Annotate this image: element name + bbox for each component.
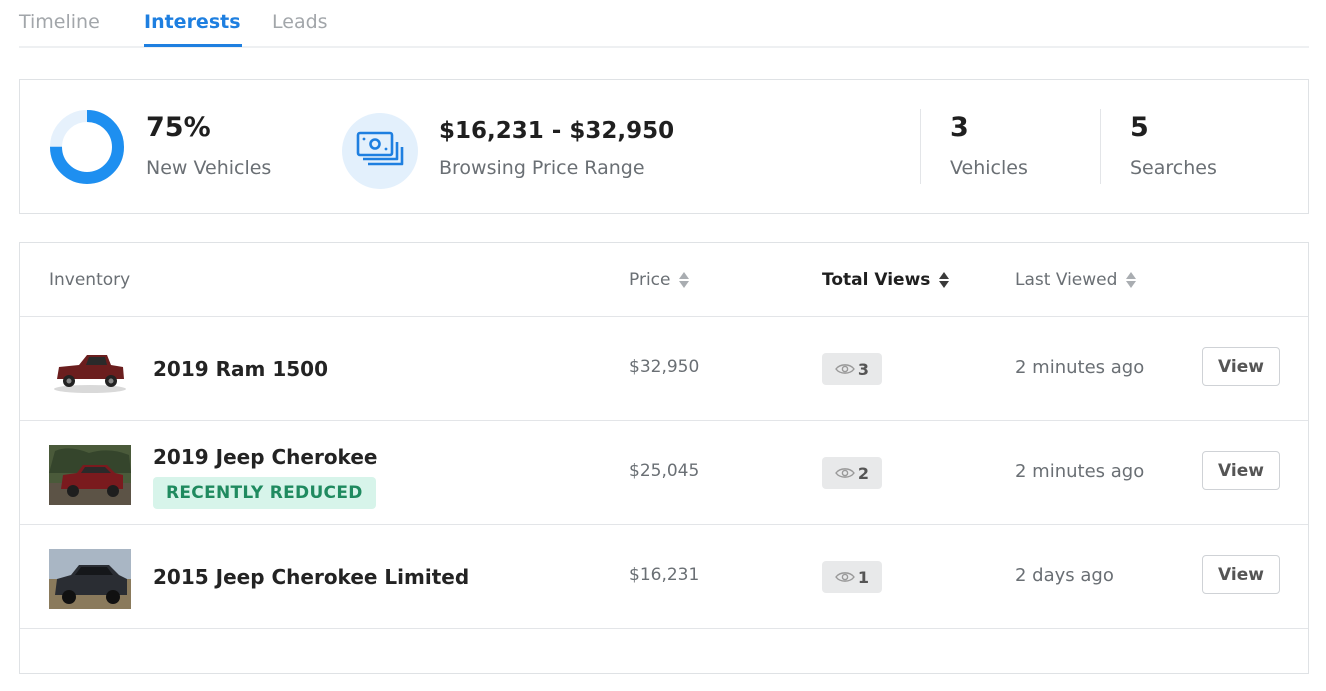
- views-count-badge: 2: [822, 457, 882, 489]
- divider: [1100, 109, 1101, 184]
- column-header-last-viewed[interactable]: Last Viewed: [1015, 270, 1137, 290]
- tab-bar: Timeline Interests Leads: [19, 0, 1309, 48]
- sort-icon: [679, 271, 690, 289]
- vehicle-name[interactable]: 2019 Ram 1500: [153, 357, 328, 381]
- tab-timeline[interactable]: Timeline: [19, 11, 100, 33]
- last-viewed: 2 days ago: [1015, 565, 1114, 586]
- divider: [920, 109, 921, 184]
- sort-icon: [939, 271, 950, 289]
- last-viewed: 2 minutes ago: [1015, 461, 1145, 482]
- searches-count: 5: [1130, 112, 1149, 143]
- column-header-label: Total Views: [822, 270, 931, 290]
- last-viewed: 2 minutes ago: [1015, 357, 1145, 378]
- eye-icon: [835, 468, 855, 478]
- tab-leads[interactable]: Leads: [272, 11, 328, 33]
- new-vehicles-percent: 75%: [146, 112, 211, 143]
- vehicle-name[interactable]: 2015 Jeep Cherokee Limited: [153, 565, 469, 589]
- new-vehicles-donut-chart: [50, 110, 124, 184]
- vehicle-thumbnail: [49, 549, 131, 609]
- price-range-value: $16,231 - $32,950: [439, 118, 675, 144]
- vehicle-price: $32,950: [629, 357, 700, 377]
- table-row: 2019 Jeep Cherokee RECENTLY REDUCED $25,…: [20, 421, 1308, 525]
- table-row: 2015 Jeep Cherokee Limited $16,231 1 2 d…: [20, 525, 1308, 629]
- active-tab-indicator: [144, 44, 242, 47]
- column-header-label: Last Viewed: [1015, 270, 1118, 290]
- vehicle-thumbnail: [49, 341, 131, 401]
- views-count: 3: [857, 359, 870, 379]
- vehicle-price: $16,231: [629, 565, 700, 585]
- table-header: Inventory Price Total Views Last Viewed: [20, 243, 1308, 317]
- interests-table: Inventory Price Total Views Last Viewed: [19, 242, 1309, 674]
- column-header-inventory: Inventory: [49, 270, 130, 290]
- price-range-label: Browsing Price Range: [439, 157, 645, 179]
- eye-icon: [835, 364, 855, 374]
- new-vehicles-label: New Vehicles: [146, 157, 272, 179]
- vehicle-price: $25,045: [629, 461, 700, 481]
- column-header-price[interactable]: Price: [629, 270, 690, 290]
- recently-reduced-badge: RECENTLY REDUCED: [153, 477, 376, 509]
- table-row: 2019 Ram 1500 $32,950 3 2 minutes ago Vi…: [20, 317, 1308, 421]
- interest-summary-card: 75% New Vehicles $16,231 - $32,950 Brows…: [19, 79, 1309, 214]
- view-button[interactable]: View: [1202, 451, 1280, 490]
- vehicles-label: Vehicles: [950, 157, 1028, 179]
- vehicle-thumbnail: [49, 445, 131, 505]
- eye-icon: [835, 572, 855, 582]
- searches-label: Searches: [1130, 157, 1217, 179]
- column-header-total-views[interactable]: Total Views: [822, 270, 950, 290]
- column-header-label: Inventory: [49, 270, 131, 290]
- vehicles-count: 3: [950, 112, 969, 143]
- tab-interests[interactable]: Interests: [144, 11, 241, 33]
- money-icon: [342, 113, 418, 189]
- views-count: 1: [857, 567, 870, 587]
- column-header-label: Price: [629, 270, 671, 290]
- vehicle-name[interactable]: 2019 Jeep Cherokee: [153, 445, 377, 469]
- views-count-badge: 3: [822, 353, 882, 385]
- sort-icon: [1126, 271, 1137, 289]
- view-button[interactable]: View: [1202, 347, 1280, 386]
- views-count-badge: 1: [822, 561, 882, 593]
- views-count: 2: [857, 463, 870, 483]
- view-button[interactable]: View: [1202, 555, 1280, 594]
